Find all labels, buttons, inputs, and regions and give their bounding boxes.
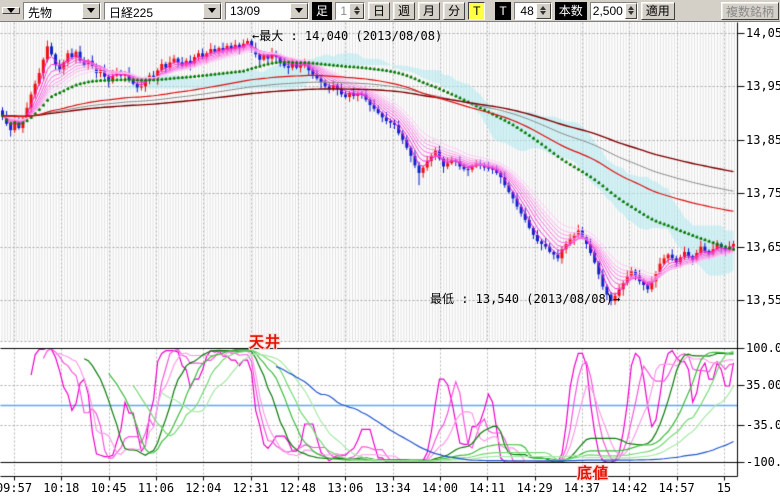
price-axis-label: 13,850 [746,133,780,147]
time-axis-label: 14:29 [513,481,557,495]
ceiling-label: 天井 [249,331,281,352]
period-day-button[interactable]: 日 [368,2,390,20]
time-axis-label: 14:57 [655,481,699,495]
time-axis-label: 09:57 [0,481,36,495]
bottom-label: 底値 [577,462,609,483]
price-axis-label: 13,550 [746,293,780,307]
price-chart-canvas[interactable] [0,22,780,500]
time-axis-label: 12:04 [181,481,225,495]
time-axis-label: 12:31 [229,481,273,495]
time-axis-label: 14:42 [607,481,651,495]
chevron-down-icon[interactable] [82,3,100,19]
oscillator-axis-label: -100.00 [746,455,780,469]
toolbar: 先物 日経225 13/09 足 1 日 週 月 分 T T 48 本数 2,5… [0,0,780,22]
spinner-updown-icon[interactable] [536,3,551,19]
apply-button[interactable]: 適用 [641,2,675,20]
time-axis-label: 14:11 [465,481,509,495]
time-axis-label: 11:06 [134,481,178,495]
contract-value: 13/09 [226,3,264,19]
time-axis-label: 10:18 [39,481,83,495]
symbol-combobox[interactable]: 日経225 [104,2,222,20]
minute-value: 1 [336,3,349,19]
time-axis-label: 12:48 [276,481,320,495]
price-axis-label: 14,050 [746,26,780,40]
ashi-label-button: 足 [312,2,332,20]
tick-count-spinner[interactable]: 48 [514,2,552,20]
chevron-down-icon[interactable] [203,3,221,19]
tick-count-value: 48 [515,3,536,19]
price-axis-label: 13,950 [746,79,780,93]
period-tick-button[interactable]: T [468,2,485,20]
time-axis-label: 13:34 [371,481,415,495]
chevron-down-icon[interactable] [290,3,308,19]
period-month-button[interactable]: 月 [418,2,440,20]
bars-count-value: 2,500 [591,3,625,19]
spinner-updown-icon[interactable] [349,3,364,19]
minute-spinner[interactable]: 1 [335,2,365,20]
time-axis-label: 15 [702,481,746,495]
category-value: 先物 [24,3,56,19]
contract-combobox[interactable]: 13/09 [225,2,309,20]
chart-application-window: { "toolbar": { "mini_combo": {"icon": "c… [0,0,780,500]
min-price-annotation: 最低 : 13,540 (2013/08/08)→ [430,290,620,307]
category-combobox[interactable]: 先物 [23,2,101,20]
bars-count-spinner[interactable]: 2,500 [590,2,638,20]
time-axis-label: 10:45 [87,481,131,495]
oscillator-axis-label: -35.00 [746,418,780,432]
oscillator-axis-label: 35.00 [746,378,780,392]
multi-symbol-button[interactable]: 複数銘柄 [721,2,779,20]
tick-label-button: T [495,2,510,20]
time-axis-label: 14:37 [560,481,604,495]
price-axis-label: 13,650 [746,240,780,254]
time-axis-label: 13:06 [323,481,367,495]
chevron-down-icon [7,8,15,13]
time-axis-label: 14:00 [418,481,462,495]
period-week-button[interactable]: 週 [393,2,415,20]
max-price-annotation: ←最大 : 14,040 (2013/08/08) [252,27,442,44]
period-minute-button[interactable]: 分 [443,2,465,20]
oscillator-axis-label: 100.00 [746,341,780,355]
mini-dropdown-button[interactable] [2,7,20,14]
price-axis-label: 13,750 [746,186,780,200]
symbol-value: 日経225 [105,3,157,19]
spinner-updown-icon[interactable] [625,3,637,19]
bars-label-button: 本数 [555,2,587,20]
